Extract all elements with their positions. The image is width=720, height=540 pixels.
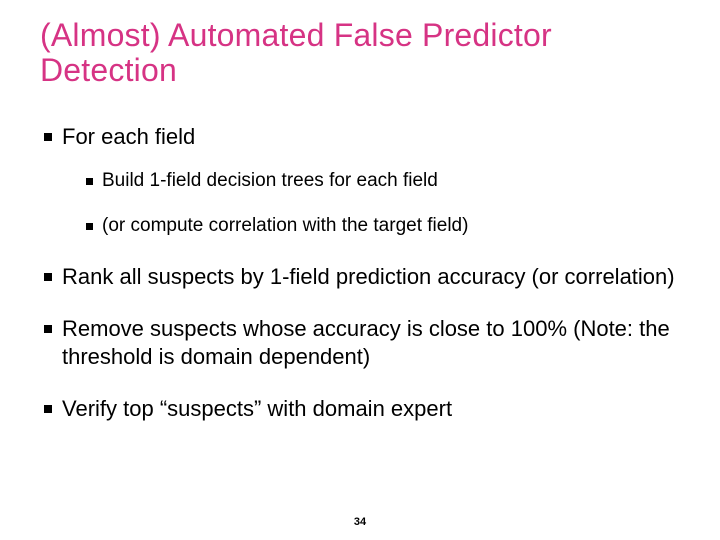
list-item: (or compute correlation with the target … xyxy=(86,214,680,239)
list-item-text: For each field xyxy=(62,124,195,149)
list-item: Verify top “suspects” with domain expert xyxy=(44,395,680,423)
slide: (Almost) Automated False Predictor Detec… xyxy=(0,0,720,540)
list-item: Build 1-field decision trees for each fi… xyxy=(86,169,680,194)
list-item: Remove suspects whose accuracy is close … xyxy=(44,315,680,371)
list-item-text: Build 1-field decision trees for each fi… xyxy=(102,170,438,191)
list-item: For each field Build 1-field decision tr… xyxy=(44,123,680,239)
list-item-text: Verify top “suspects” with domain expert xyxy=(62,396,452,421)
list-item-text: (or compute correlation with the target … xyxy=(102,215,468,236)
page-number: 34 xyxy=(0,516,720,528)
slide-title: (Almost) Automated False Predictor Detec… xyxy=(40,18,680,87)
list-item-text: Remove suspects whose accuracy is close … xyxy=(62,316,670,369)
list-item-text: Rank all suspects by 1-field prediction … xyxy=(62,264,675,289)
list-item: Rank all suspects by 1-field prediction … xyxy=(44,263,680,291)
bullet-list: For each field Build 1-field decision tr… xyxy=(40,123,680,423)
bullet-sublist: Build 1-field decision trees for each fi… xyxy=(62,169,680,238)
